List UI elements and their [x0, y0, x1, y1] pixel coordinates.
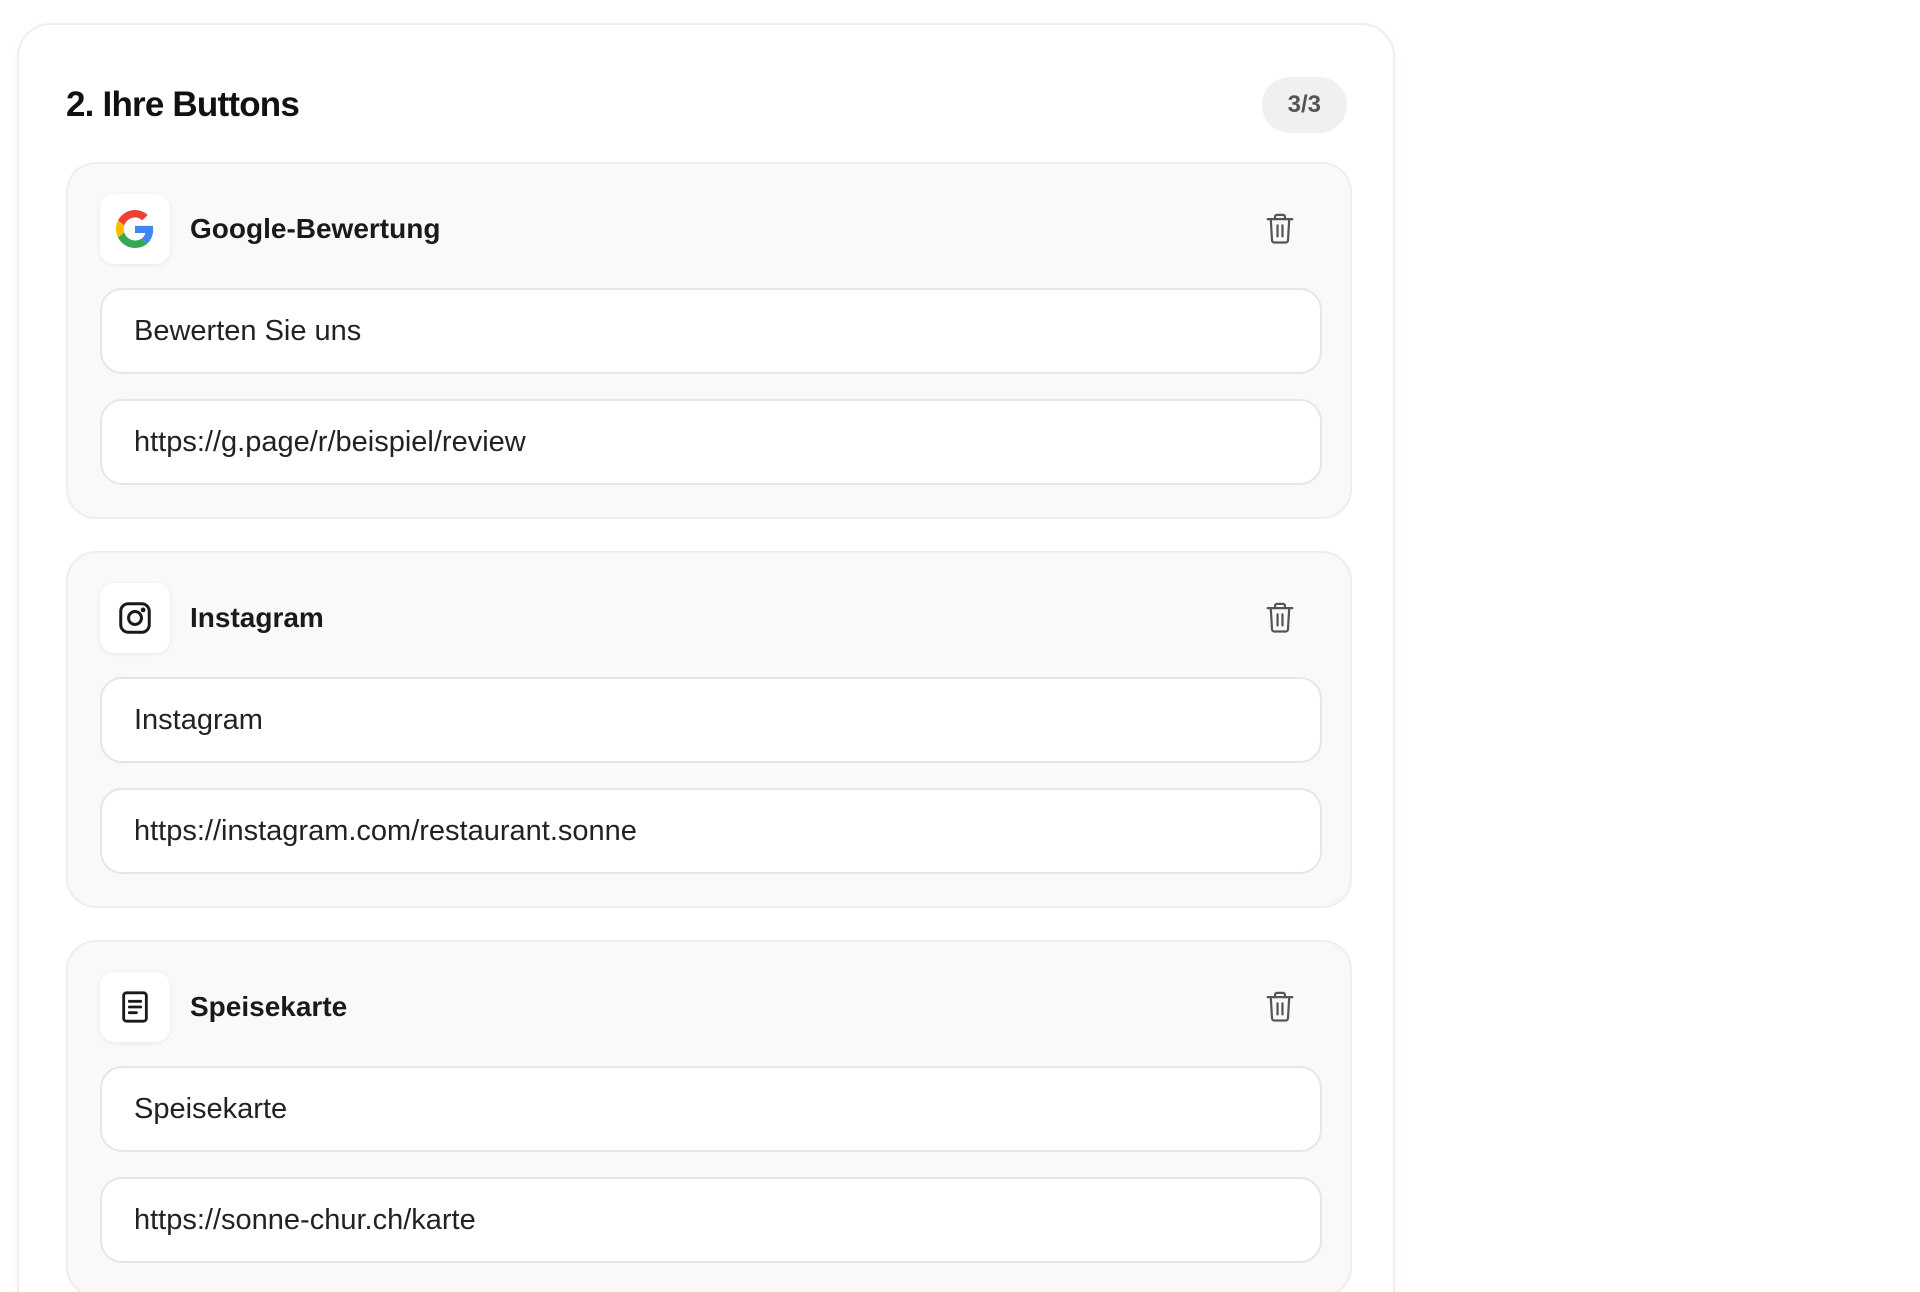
instagram-icon: [100, 583, 170, 653]
delete-button[interactable]: [1260, 987, 1300, 1027]
url-field[interactable]: [100, 1177, 1322, 1263]
google-icon: [100, 194, 170, 264]
label-input[interactable]: [134, 1092, 1288, 1126]
delete-button[interactable]: [1260, 598, 1300, 638]
label-input[interactable]: [134, 314, 1288, 348]
card-title: Speisekarte: [190, 991, 348, 1022]
card-title: Instagram: [190, 602, 324, 633]
label-field[interactable]: [100, 677, 1322, 763]
url-field[interactable]: [100, 788, 1322, 874]
button-list: Google-Bewertung Bewerten Sie uns https:…: [66, 162, 1352, 1292]
url-input[interactable]: [134, 1203, 1288, 1237]
section-title: 2. Ihre Buttons: [66, 85, 300, 124]
button-card-instagram: Instagram: [66, 551, 1352, 908]
label-field[interactable]: [100, 1066, 1322, 1152]
panel-header: 2. Ihre Buttons 3/3: [66, 77, 1347, 133]
url-input[interactable]: [134, 425, 1288, 459]
button-count-badge: 3/3: [1261, 77, 1347, 133]
buttons-panel: 2. Ihre Buttons 3/3 Google-Bewertung Bew…: [17, 23, 1395, 1292]
card-header: Speisekarte: [100, 972, 1318, 1042]
delete-button[interactable]: [1260, 209, 1300, 249]
button-card-speisekarte: Speisekarte: [66, 940, 1352, 1292]
trash-icon: [1266, 602, 1294, 633]
label-field[interactable]: [100, 288, 1322, 374]
page: 2. Ihre Buttons 3/3 Google-Bewertung Bew…: [0, 0, 1920, 1292]
button-card-google: Google-Bewertung: [66, 162, 1352, 519]
card-header: Instagram: [100, 583, 1318, 653]
url-input[interactable]: [134, 814, 1288, 848]
trash-icon: [1266, 213, 1294, 244]
url-field[interactable]: [100, 399, 1322, 485]
document-icon: [100, 972, 170, 1042]
card-title: Google-Bewertung: [190, 213, 441, 244]
card-header: Google-Bewertung: [100, 194, 1318, 264]
trash-icon: [1266, 991, 1294, 1022]
label-input[interactable]: [134, 703, 1288, 737]
